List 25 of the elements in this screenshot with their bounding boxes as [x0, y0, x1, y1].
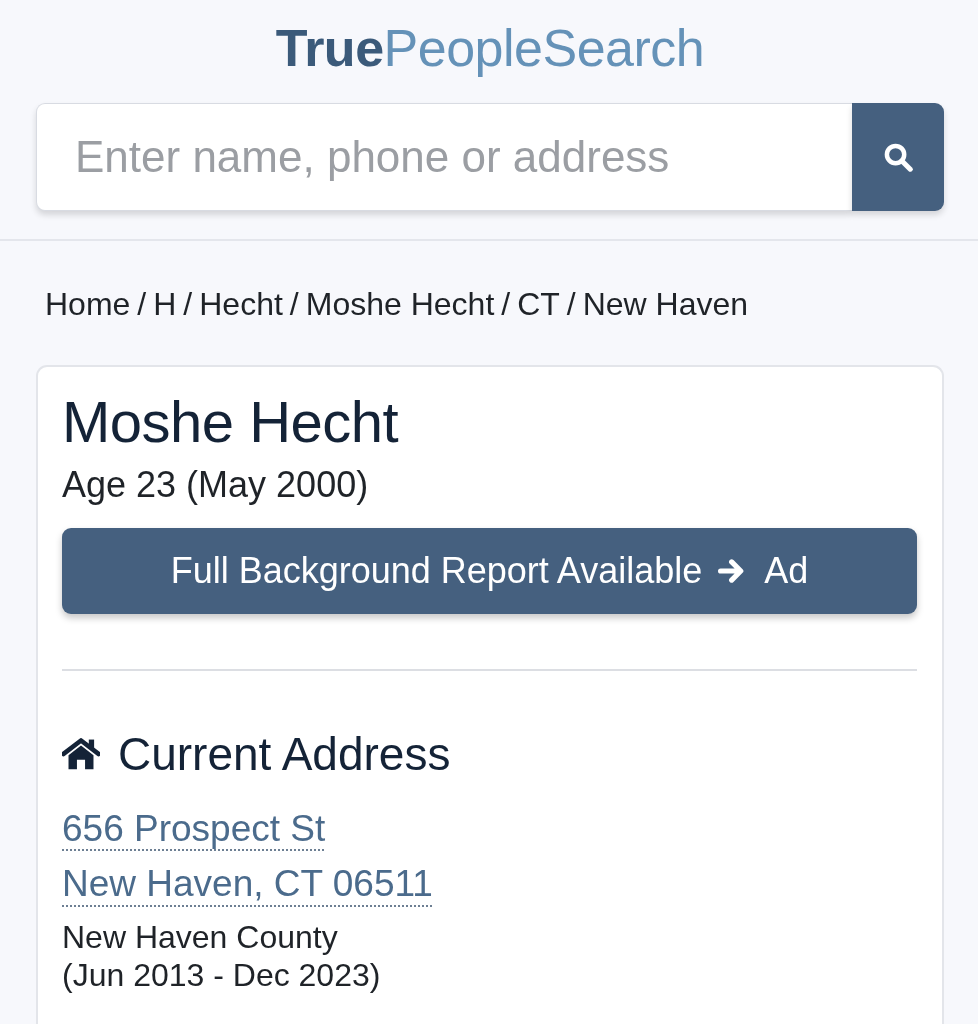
- person-age: Age 23 (May 2000): [62, 462, 369, 506]
- search-button[interactable]: [852, 103, 944, 212]
- search-icon: [883, 142, 913, 173]
- breadcrumb-separator: /: [289, 285, 299, 325]
- section-heading: Current Address: [118, 726, 451, 782]
- arrow-icon: [718, 557, 745, 584]
- date-range: (Jun 2013 - Dec 2023): [62, 956, 381, 995]
- address-link[interactable]: New Haven, CT 06511: [62, 862, 433, 907]
- breadcrumb-link[interactable]: H: [153, 284, 177, 326]
- breadcrumb-link[interactable]: Home: [45, 284, 131, 326]
- breadcrumb-separator: /: [566, 285, 576, 325]
- breadcrumb-separator: /: [183, 285, 193, 325]
- person-name: Moshe Hecht: [62, 388, 399, 456]
- search-field[interactable]: Enter name, phone or address: [36, 103, 852, 212]
- breadcrumb-link[interactable]: Hecht: [199, 284, 283, 326]
- report-button[interactable]: Full Background Report Available Ad: [62, 527, 917, 614]
- house-icon: [62, 738, 100, 771]
- breadcrumb-link[interactable]: Moshe Hecht: [305, 284, 495, 326]
- site-logo[interactable]: TruePeopleSearch: [275, 17, 705, 80]
- breadcrumb-link[interactable]: CT: [517, 284, 560, 326]
- breadcrumb-separator: /: [501, 285, 511, 325]
- address-link[interactable]: 656 Prospect St: [62, 806, 326, 852]
- breadcrumb-link[interactable]: New Haven: [582, 284, 749, 326]
- breadcrumb-separator: /: [137, 285, 147, 325]
- county-text: New Haven County: [62, 917, 338, 957]
